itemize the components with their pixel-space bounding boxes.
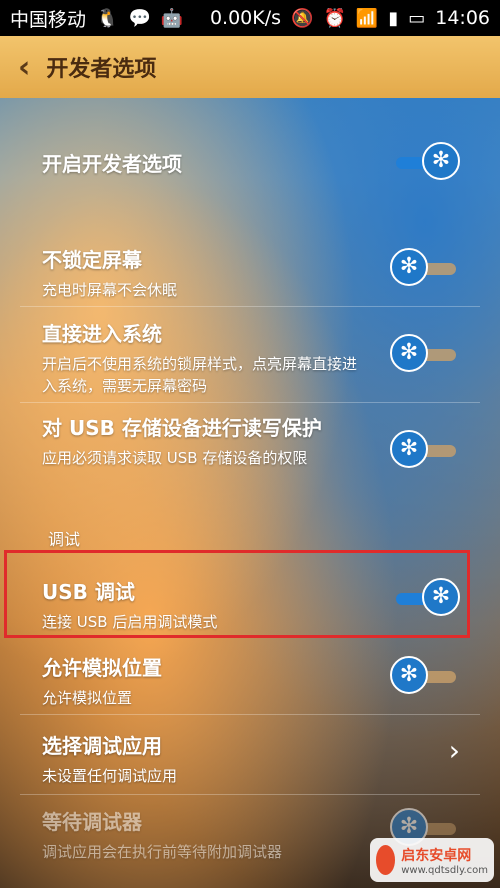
clock: 14:06 bbox=[435, 7, 490, 29]
carrier-label: 中国移动 bbox=[10, 8, 87, 31]
watermark-icon bbox=[376, 845, 396, 875]
watermark-title: 启东安卓网 bbox=[401, 847, 472, 864]
qq-icon: 🐧 bbox=[96, 7, 119, 29]
toggle-knob-icon: ✻ bbox=[390, 248, 428, 286]
divider bbox=[20, 306, 480, 307]
status-bar: 中国移动 🐧 💬 🤖 0.00K/s 🔕 ⏰ 📶 ▮ ▭ 14:06 bbox=[0, 0, 500, 36]
section-header-debug: 调试 bbox=[48, 530, 81, 549]
row-subtitle: 调试应用会在执行前等待附加调试器 bbox=[42, 843, 283, 861]
toggle-knob-icon: ✻ bbox=[390, 430, 428, 468]
row-subtitle: 开启后不使用系统的锁屏样式，点亮屏幕直接进入系统，需要无屏幕密码 bbox=[42, 355, 358, 395]
row-subtitle: 未设置任何调试应用 bbox=[42, 767, 178, 785]
android-icon: 🤖 bbox=[160, 7, 184, 29]
toggle-knob-icon: ✻ bbox=[390, 656, 428, 694]
developer-options-toggle[interactable]: ✻ bbox=[390, 142, 460, 184]
mock-location-toggle[interactable]: ✻ bbox=[390, 656, 460, 698]
chevron-right-icon[interactable]: › bbox=[449, 734, 460, 767]
row-subtitle: 充电时屏幕不会休眠 bbox=[42, 281, 178, 299]
divider bbox=[20, 402, 480, 403]
row-subtitle: 应用必须请求读取 USB 存储设备的权限 bbox=[42, 449, 308, 467]
wifi-icon: 📶 bbox=[355, 7, 379, 29]
watermark-url: www.qdtsdly.com bbox=[401, 864, 488, 876]
title-bar: ‹ 开发者选项 bbox=[0, 36, 500, 98]
divider bbox=[20, 794, 480, 795]
signal-icon: ▮ bbox=[388, 7, 399, 29]
watermark-logo: 启东安卓网 www.qdtsdly.com bbox=[370, 838, 494, 882]
usb-write-protect-toggle[interactable]: ✻ bbox=[390, 430, 460, 472]
row-subtitle: 允许模拟位置 bbox=[42, 689, 133, 707]
battery-icon: ▭ bbox=[408, 7, 426, 29]
usb-debugging-toggle[interactable]: ✻ bbox=[390, 578, 460, 620]
stay-awake-toggle[interactable]: ✻ bbox=[390, 248, 460, 290]
mute-icon: 🔕 bbox=[291, 7, 314, 29]
toggle-knob-icon: ✻ bbox=[422, 142, 460, 180]
direct-boot-toggle[interactable]: ✻ bbox=[390, 334, 460, 376]
toggle-knob-icon: ✻ bbox=[422, 578, 460, 616]
select-debug-app-row[interactable]: 选择调试应用 未设置任何调试应用 bbox=[0, 730, 500, 787]
row-title: 选择调试应用 bbox=[42, 734, 162, 758]
chat-icon: 💬 bbox=[128, 7, 151, 29]
back-icon[interactable]: ‹ bbox=[18, 50, 30, 85]
toggle-knob-icon: ✻ bbox=[390, 334, 428, 372]
network-speed: 0.00K/s bbox=[209, 7, 282, 29]
page-title: 开发者选项 bbox=[46, 57, 157, 82]
row-subtitle: 连接 USB 后启用调试模式 bbox=[42, 613, 218, 631]
alarm-icon: ⏰ bbox=[323, 7, 346, 29]
divider bbox=[20, 714, 480, 715]
